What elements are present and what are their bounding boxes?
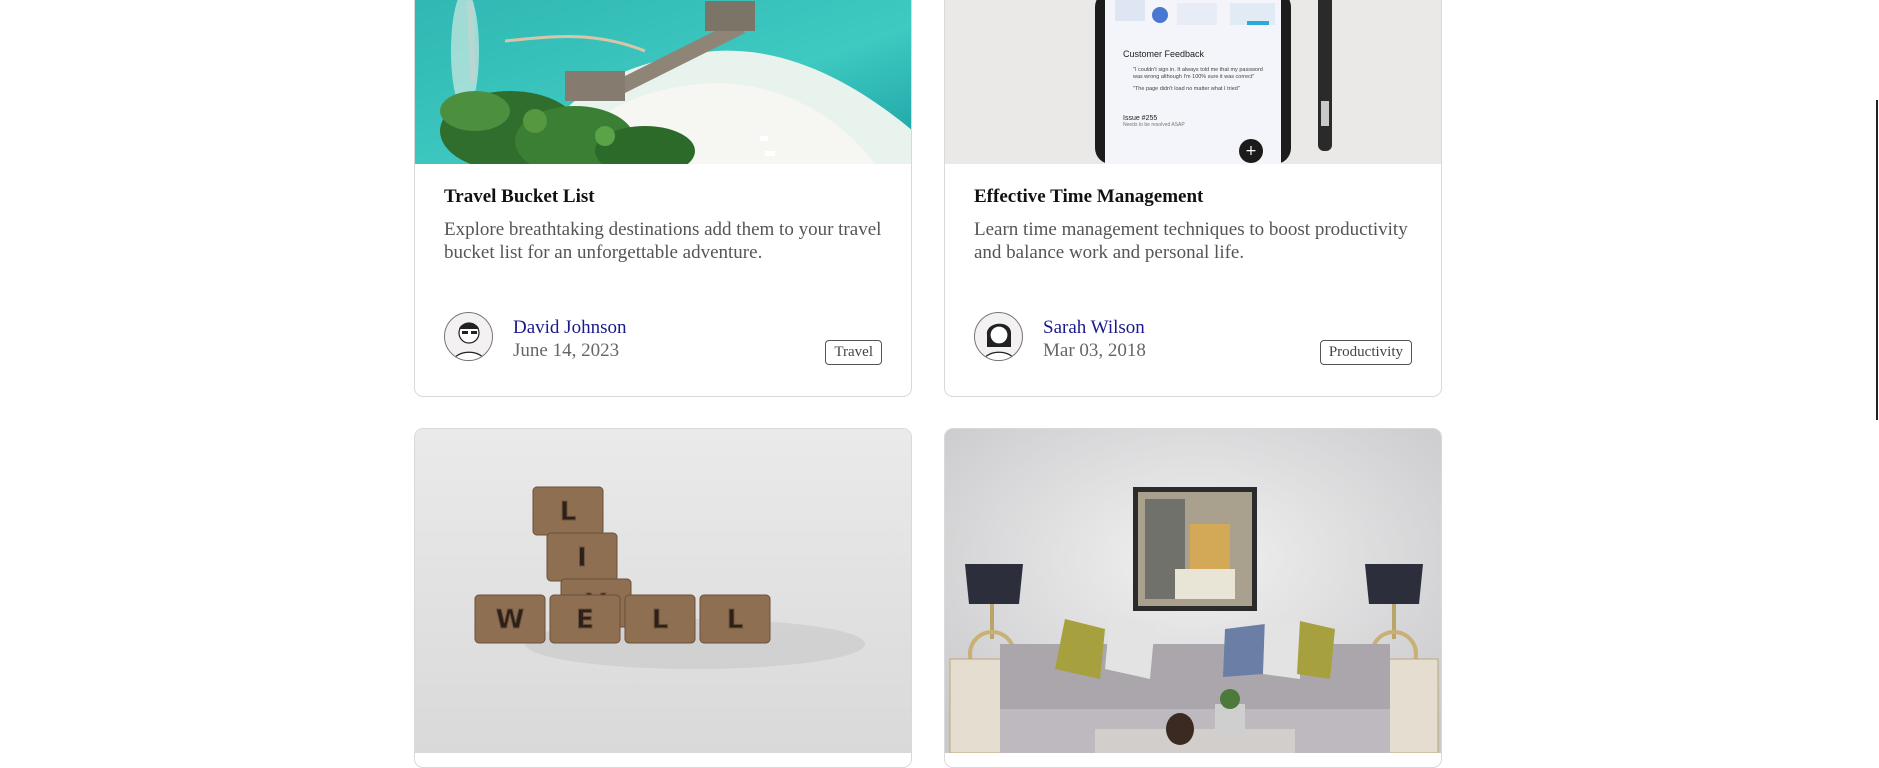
scrabble-tile: L xyxy=(532,486,604,536)
card-image-island[interactable] xyxy=(415,0,911,164)
blog-card-travel[interactable]: Travel Bucket List Explore breathtaking … xyxy=(414,0,912,397)
author-name-link[interactable]: Sarah Wilson xyxy=(1043,317,1145,339)
phone-issue: Issue #255 xyxy=(1123,115,1158,122)
scrabble-tile: I xyxy=(546,532,618,582)
card-title[interactable]: Effective Time Management xyxy=(974,186,1203,208)
scrabble-tile: L xyxy=(624,594,696,644)
island-aerial-image xyxy=(415,0,911,164)
card-body: Travel Bucket List Explore breathtaking … xyxy=(415,164,911,396)
scrabble-tile: E xyxy=(549,594,621,644)
man-sunglasses-avatar-icon xyxy=(453,322,485,360)
phone-screen-content: Customer Feedback "I couldn't sign in. I… xyxy=(1123,49,1273,128)
scrabble-letter: L xyxy=(652,605,669,635)
scrabble-letter: L xyxy=(560,497,577,527)
scrabble-letter: I xyxy=(577,543,587,573)
scrollbar-thumb[interactable] xyxy=(1876,100,1878,420)
scrabble-letter: E xyxy=(576,605,594,635)
phone-bullet: "I couldn't sign in. It always told me t… xyxy=(1133,67,1263,80)
card-body: Effective Time Management Learn time man… xyxy=(945,164,1441,396)
card-description: Explore breathtaking destinations add th… xyxy=(444,219,882,263)
scrabble-tiles-image: LIVWELL xyxy=(415,429,911,753)
post-date: Mar 03, 2018 xyxy=(1043,340,1146,361)
card-title[interactable]: Travel Bucket List xyxy=(444,186,595,208)
scrabble-letter: W xyxy=(496,605,525,635)
category-tag[interactable]: Productivity xyxy=(1319,340,1412,365)
author-name-link[interactable]: David Johnson xyxy=(513,317,626,339)
phone-bullet: "The page didn't load no matter what I t… xyxy=(1133,86,1240,92)
scrabble-tile: L xyxy=(699,594,771,644)
author-avatar[interactable] xyxy=(974,312,1023,361)
card-image-phone[interactable]: Customer Feedback "I couldn't sign in. I… xyxy=(945,0,1441,164)
phone-issue-sub: Needs to be resolved ASAP xyxy=(1123,122,1185,128)
living-room-image xyxy=(945,429,1441,753)
blog-card-live-well[interactable]: LIVWELL xyxy=(414,428,912,768)
scrollbar-track[interactable] xyxy=(1871,0,1879,752)
woman-avatar-icon xyxy=(983,323,1015,360)
card-description: Learn time management techniques to boos… xyxy=(974,219,1408,263)
card-image-scrabble[interactable]: LIVWELL xyxy=(415,429,911,753)
card-image-living-room[interactable] xyxy=(945,429,1441,753)
author-avatar[interactable] xyxy=(444,312,493,361)
blog-card-productivity[interactable]: Customer Feedback "I couldn't sign in. I… xyxy=(944,0,1442,397)
scrabble-tile: W xyxy=(474,594,546,644)
blog-card-interior[interactable] xyxy=(944,428,1442,768)
phone-screen-heading: Customer Feedback xyxy=(1123,49,1205,59)
scrabble-letter: L xyxy=(727,605,744,635)
post-date: June 14, 2023 xyxy=(513,340,620,361)
category-tag[interactable]: Travel xyxy=(825,340,882,365)
add-icon: + xyxy=(1239,139,1263,163)
